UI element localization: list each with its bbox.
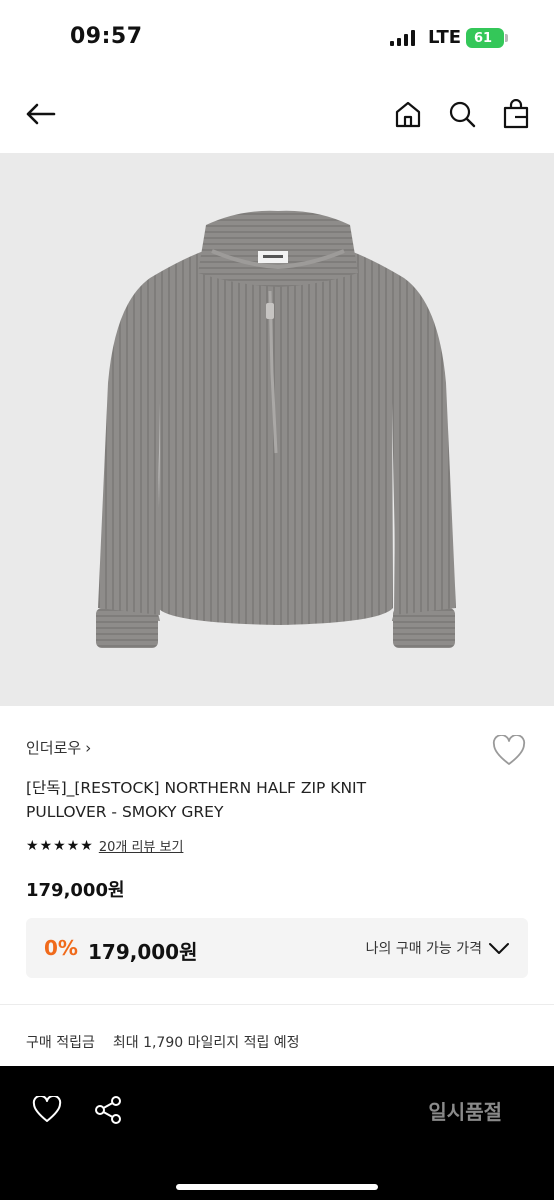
heart-icon[interactable] — [492, 734, 526, 767]
my-price-label: 나의 구매 가능 가격 — [365, 941, 482, 957]
points-value: 최대 1,790 마일리지 적립 예정 — [112, 1035, 300, 1051]
soldout-button[interactable]: 일시품절 — [428, 1096, 502, 1125]
final-price: 179,000원 — [88, 940, 198, 964]
chevron-right-icon: › — [85, 738, 92, 757]
rating-stars: ★ ★ ★ ★ ★ — [26, 839, 93, 853]
star-icon: ★ — [66, 837, 80, 854]
network-label: LTE — [428, 27, 462, 48]
search-icon[interactable] — [446, 98, 478, 130]
star-icon: ★ — [39, 837, 53, 854]
star-icon: ★ — [53, 837, 66, 854]
shopping-bag-icon[interactable] — [500, 98, 532, 130]
star-icon: ★ — [80, 837, 93, 854]
price: 179,000원 — [26, 880, 125, 901]
price-box[interactable]: 0% 179,000원 나의 구매 가능 가격 — [26, 918, 528, 978]
star-icon: ★ — [26, 837, 39, 854]
status-bar: 09:57 LTE 61 — [0, 0, 554, 74]
chevron-down-icon — [489, 943, 509, 954]
signal-icon — [390, 30, 415, 46]
top-nav — [0, 80, 554, 152]
review-link[interactable]: 20개 리뷰 보기 — [99, 836, 184, 855]
discount-rate: 0% — [44, 936, 78, 960]
battery-level: 61 — [466, 28, 504, 48]
product-image[interactable] — [0, 153, 554, 706]
brand-name: 인더로우 — [26, 739, 82, 757]
home-icon[interactable] — [392, 98, 424, 130]
brand-link[interactable]: 인더로우 › — [26, 737, 91, 758]
bottom-bar: 일시품절 — [0, 1066, 554, 1200]
points-label: 구매 적립금 — [26, 1035, 95, 1051]
battery-cap — [505, 34, 508, 42]
sweater-illustration — [96, 210, 456, 648]
home-indicator — [176, 1184, 378, 1190]
rating-row: ★ ★ ★ ★ ★ 20개 리뷰 보기 — [26, 836, 184, 856]
share-icon[interactable] — [92, 1094, 124, 1126]
heart-icon[interactable] — [32, 1094, 64, 1128]
arrow-left-icon[interactable] — [24, 98, 56, 130]
points-row: 구매 적립금 최대 1,790 마일리지 적립 예정 — [26, 1032, 300, 1052]
divider — [0, 1004, 554, 1005]
battery-icon: 61 — [466, 28, 508, 48]
product-title: [단독]_[RESTOCK] NORTHERN HALF ZIP KNIT PU… — [26, 779, 367, 821]
status-time: 09:57 — [70, 24, 143, 49]
